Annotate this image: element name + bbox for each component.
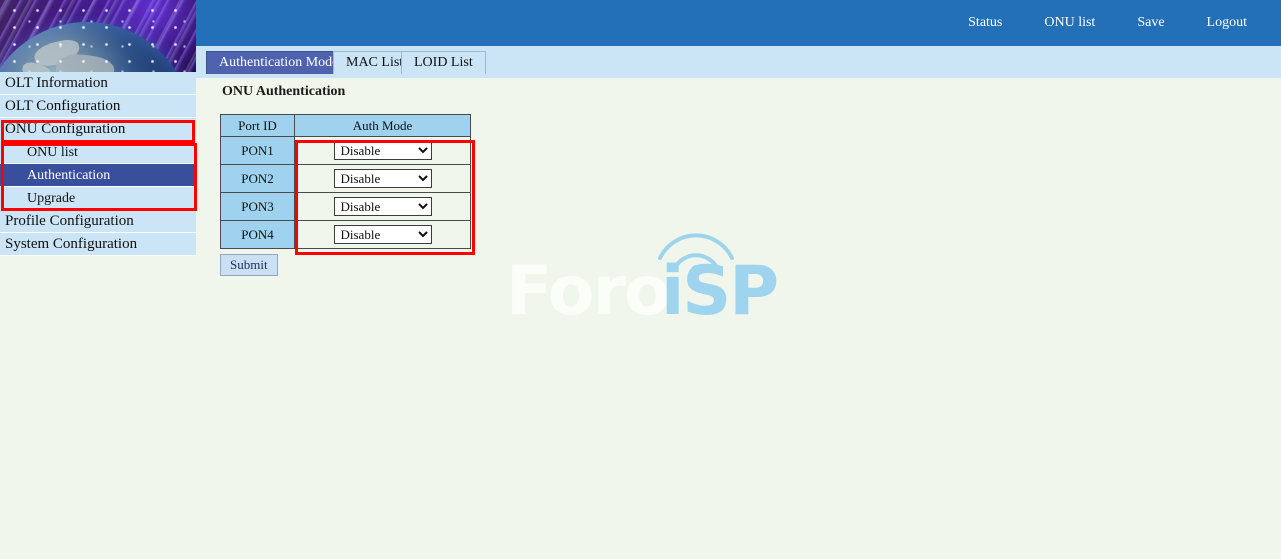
sidebar-item-upgrade[interactable]: Upgrade: [0, 187, 196, 210]
tab-loid-list[interactable]: LOID List: [401, 51, 486, 74]
cell-auth-mode-pon2: DisableMACLOIDLOID+PASSWORDHYBRID: [295, 165, 471, 193]
sidebar-item-olt-information[interactable]: OLT Information: [0, 72, 196, 95]
sidebar-item-profile-configuration[interactable]: Profile Configuration: [0, 210, 196, 233]
watermark-text-isp: iSP: [661, 258, 777, 326]
cell-auth-mode-pon3: DisableMACLOIDLOID+PASSWORDHYBRID: [295, 193, 471, 221]
onu-authentication-table: Port ID Auth Mode PON1 DisableMACLOIDLOI…: [220, 114, 471, 249]
cell-port-pon2: PON2: [221, 165, 295, 193]
header-link-save[interactable]: Save: [1127, 15, 1174, 31]
left-column: OLT Information OLT Configuration ONU Co…: [0, 0, 196, 559]
table-row: PON2 DisableMACLOIDLOID+PASSWORDHYBRID: [221, 165, 471, 193]
table-header-row: Port ID Auth Mode: [221, 115, 471, 137]
page-title: ONU Authentication: [222, 84, 345, 100]
table-row: PON3 DisableMACLOIDLOID+PASSWORDHYBRID: [221, 193, 471, 221]
header-link-status[interactable]: Status: [958, 15, 1012, 31]
wifi-arc-icon: [654, 232, 738, 272]
main-content-area: ONU Authentication Foro iSP Port ID Auth…: [196, 78, 1281, 559]
sidebar-item-onu-list[interactable]: ONU list: [0, 141, 196, 164]
auth-mode-select-pon2[interactable]: DisableMACLOIDLOID+PASSWORDHYBRID: [334, 169, 432, 188]
column-header-port-id: Port ID: [221, 115, 295, 137]
tab-authentication-mode[interactable]: Authentication Mode: [206, 51, 351, 74]
sidebar-item-authentication[interactable]: Authentication: [0, 164, 196, 187]
header-nav-links: Status ONU list Save Logout: [958, 0, 1257, 46]
submit-button[interactable]: Submit: [220, 254, 278, 276]
cell-auth-mode-pon1: DisableMACLOIDLOID+PASSWORDHYBRID: [295, 137, 471, 165]
cell-port-pon1: PON1: [221, 137, 295, 165]
cell-auth-mode-pon4: DisableMACLOIDLOID+PASSWORDHYBRID: [295, 221, 471, 249]
header-link-logout[interactable]: Logout: [1197, 15, 1257, 31]
watermark-text-foro: Foro: [506, 258, 669, 326]
auth-mode-select-pon1[interactable]: DisableMACLOIDLOID+PASSWORDHYBRID: [334, 141, 432, 160]
auth-mode-select-pon4[interactable]: DisableMACLOIDLOID+PASSWORDHYBRID: [334, 225, 432, 244]
foroisp-watermark: Foro iSP: [506, 232, 796, 332]
tab-bar: Authentication Mode MAC List LOID List: [196, 46, 1281, 78]
cell-port-pon4: PON4: [221, 221, 295, 249]
sidebar-menu: OLT Information OLT Configuration ONU Co…: [0, 72, 196, 256]
sidebar-item-onu-configuration[interactable]: ONU Configuration: [0, 118, 196, 141]
sidebar-item-system-configuration[interactable]: System Configuration: [0, 233, 196, 256]
auth-mode-select-pon3[interactable]: DisableMACLOIDLOID+PASSWORDHYBRID: [334, 197, 432, 216]
table-row: PON4 DisableMACLOIDLOID+PASSWORDHYBRID: [221, 221, 471, 249]
header-link-onu-list[interactable]: ONU list: [1034, 15, 1105, 31]
sidebar-item-olt-configuration[interactable]: OLT Configuration: [0, 95, 196, 118]
top-header-bar: Status ONU list Save Logout: [196, 0, 1281, 46]
cell-port-pon3: PON3: [221, 193, 295, 221]
light-points-decoration: [0, 0, 196, 72]
table-row: PON1 DisableMACLOIDLOID+PASSWORDHYBRID: [221, 137, 471, 165]
brand-banner-image: [0, 0, 196, 72]
column-header-auth-mode: Auth Mode: [295, 115, 471, 137]
